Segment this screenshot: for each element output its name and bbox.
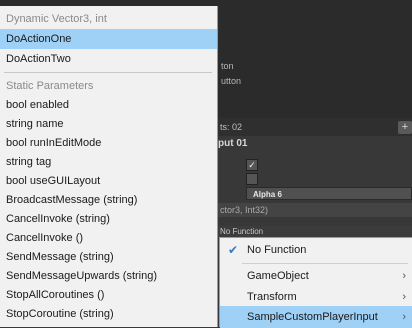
menu-item-broadcastmessage[interactable]: BroadcastMessage (string)	[0, 190, 217, 210]
menu-separator	[242, 263, 408, 264]
checkbox-checked[interactable]: ✓	[246, 159, 258, 171]
dynamic-header: Dynamic Vector3, int	[6, 13, 107, 25]
samplecustomplayerinput-label: SampleCustomPlayerInput	[247, 311, 378, 323]
static-header: Static Parameters	[6, 80, 94, 92]
check-icon: ✔	[228, 243, 239, 257]
alpha-field[interactable]: Alpha 6	[246, 187, 412, 200]
count-label: ts: 02	[220, 122, 243, 132]
signature-text: ctor3, Int32)	[218, 203, 412, 217]
chevron-right-icon: ›	[402, 311, 406, 323]
function-field[interactable]: No Function	[218, 226, 412, 237]
button-label-2: utton	[221, 76, 242, 86]
menu-item-stopallcoroutines[interactable]: StopAllCoroutines ()	[0, 285, 217, 305]
menu-item-transform[interactable]: Transform ›	[220, 286, 412, 308]
target-dropdown-menu: ✔ No Function GameObject › Transform › S…	[219, 237, 412, 328]
add-button[interactable]: +	[398, 121, 412, 134]
function-dropdown-menu: Dynamic Vector3, int DoActionOne DoActio…	[0, 6, 218, 327]
checkbox-unchecked[interactable]	[246, 173, 258, 185]
menu-item-sendmessage[interactable]: SendMessage (string)	[0, 247, 217, 267]
menu-item-cancelinvoke[interactable]: CancelInvoke ()	[0, 228, 217, 248]
menu-item-doactiontwo[interactable]: DoActionTwo	[0, 49, 217, 69]
menu-separator	[4, 72, 212, 73]
gameobject-label: GameObject	[247, 270, 309, 282]
menu-item-no-function[interactable]: ✔ No Function	[220, 239, 412, 261]
count-row	[218, 118, 412, 136]
menu-item-cancelinvoke-string[interactable]: CancelInvoke (string)	[0, 209, 217, 229]
no-function-label: No Function	[247, 244, 307, 256]
menu-item-bool-enabled[interactable]: bool enabled	[0, 95, 217, 115]
menu-item-gameobject[interactable]: GameObject ›	[220, 265, 412, 287]
menu-item-stopcoroutine[interactable]: StopCoroutine (string)	[0, 304, 217, 324]
transform-label: Transform	[247, 291, 297, 303]
menu-item-string-tag[interactable]: string tag	[0, 152, 217, 172]
chevron-right-icon: ›	[402, 270, 406, 282]
menu-item-samplecustomplayerinput[interactable]: SampleCustomPlayerInput ›	[220, 306, 412, 328]
menu-item-doactionone[interactable]: DoActionOne	[0, 29, 217, 49]
menu-item-sendmessageupwards[interactable]: SendMessageUpwards (string)	[0, 266, 217, 286]
menu-item-string-name[interactable]: string name	[0, 114, 217, 134]
menu-item-bool-runineditmode[interactable]: bool runInEditMode	[0, 133, 217, 153]
chevron-right-icon: ›	[402, 291, 406, 303]
button-label-1: ton	[221, 61, 234, 71]
input-header: put 01	[218, 138, 248, 149]
menu-item-bool-useguilayout[interactable]: bool useGUILayout	[0, 171, 217, 191]
